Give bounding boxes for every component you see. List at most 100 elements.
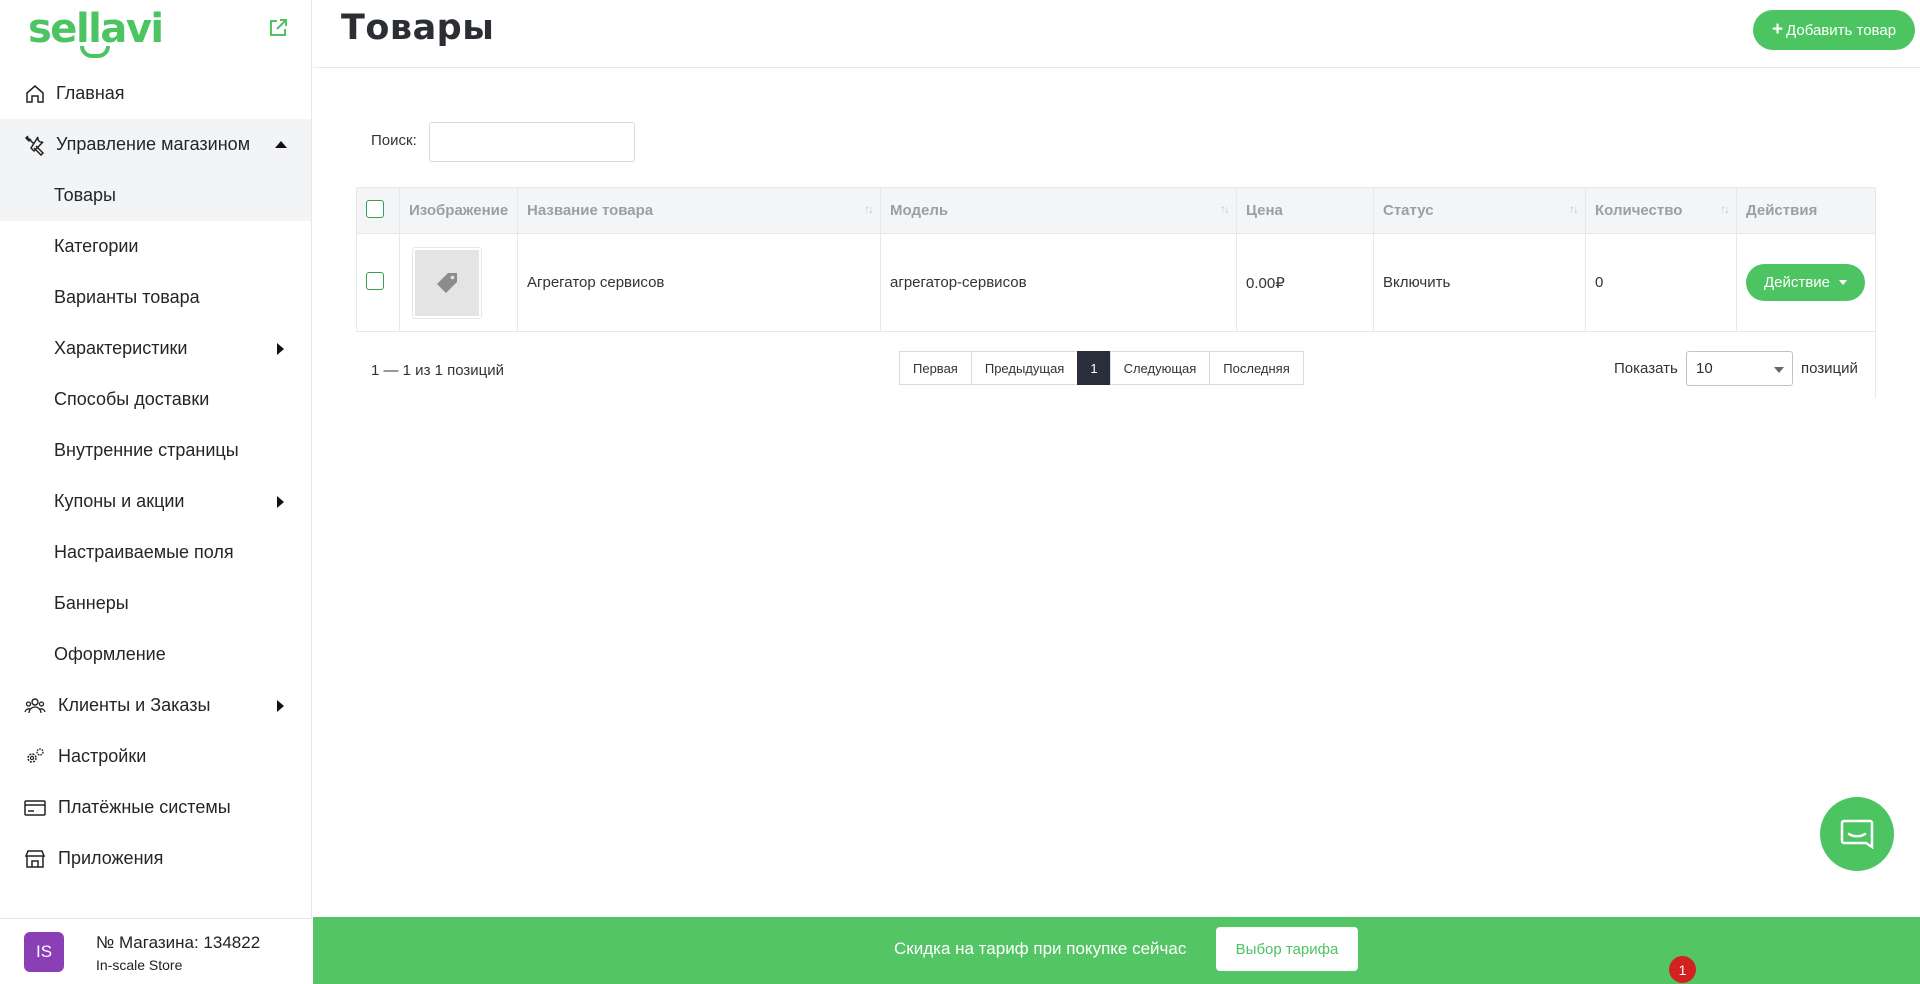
sort-icon[interactable]: ↑↓ bbox=[1569, 202, 1579, 216]
sidebar-item-custom-fields[interactable]: Настраиваемые поля bbox=[0, 527, 311, 578]
sidebar-item-home[interactable]: Главная bbox=[0, 68, 311, 119]
search-label: Поиск: bbox=[371, 132, 417, 149]
header-quantity[interactable]: Количество ↑↓ bbox=[1585, 187, 1737, 234]
sidebar-item-label: Настройки bbox=[58, 746, 147, 766]
sidebar-item-customers-orders[interactable]: Клиенты и Заказы bbox=[0, 680, 311, 731]
sidebar-item-label: Купоны и акции bbox=[54, 491, 185, 511]
action-dropdown-button[interactable]: Действие bbox=[1746, 264, 1865, 301]
header-label: Количество bbox=[1595, 202, 1683, 219]
chevron-down-icon bbox=[1774, 367, 1784, 373]
external-link-icon[interactable] bbox=[268, 18, 288, 38]
sidebar-item-delivery[interactable]: Способы доставки bbox=[0, 374, 311, 425]
row-image-cell bbox=[399, 233, 518, 332]
chevron-right-icon bbox=[277, 700, 284, 712]
sidebar-item-label: Товары bbox=[54, 185, 116, 205]
page-prev-button[interactable]: Предыдущая bbox=[970, 351, 1079, 385]
sidebar-item-label: Приложения bbox=[58, 848, 164, 868]
choose-plan-button[interactable]: Выбор тарифа bbox=[1216, 927, 1358, 971]
sidebar-item-products[interactable]: Товары bbox=[0, 170, 311, 221]
store-name: In-scale Store bbox=[96, 957, 183, 973]
sort-icon[interactable]: ↑↓ bbox=[1720, 202, 1730, 216]
sidebar-item-label: Способы доставки bbox=[54, 389, 210, 409]
header-label: Цена bbox=[1246, 202, 1283, 219]
add-product-label: Добавить товар bbox=[1786, 21, 1897, 39]
sidebar-item-characteristics[interactable]: Характеристики bbox=[0, 323, 311, 374]
search-input[interactable] bbox=[429, 122, 635, 162]
sidebar-item-apps[interactable]: Приложения bbox=[0, 833, 311, 884]
product-model: агрегатор-сервисов bbox=[880, 233, 1237, 332]
header-label: Статус bbox=[1383, 202, 1434, 219]
page-header: Товары + Добавить товар bbox=[313, 0, 1920, 68]
logo-row: sellavi bbox=[0, 0, 311, 68]
page-next-button[interactable]: Следующая bbox=[1109, 351, 1211, 385]
product-name[interactable]: Агрегатор сервисов bbox=[517, 233, 881, 332]
header-model[interactable]: Модель ↑↓ bbox=[880, 187, 1237, 234]
header-image: Изображение bbox=[399, 187, 518, 234]
chat-button[interactable] bbox=[1820, 797, 1894, 871]
sidebar-item-label: Платёжные системы bbox=[58, 797, 231, 817]
sidebar-nav: Главная Управление магазином Товары Кате… bbox=[0, 68, 311, 884]
sidebar-item-store-management[interactable]: Управление магазином bbox=[0, 119, 311, 170]
plus-icon: + bbox=[1771, 19, 1784, 40]
promo-text: Скидка на тариф при покупке сейчас bbox=[894, 939, 1187, 958]
sidebar-item-label: Настраиваемые поля bbox=[54, 542, 234, 562]
product-status: Включить bbox=[1373, 233, 1586, 332]
positions-label: позиций bbox=[1801, 360, 1858, 377]
page-first-button[interactable]: Первая bbox=[899, 351, 972, 385]
sidebar-item-label: Баннеры bbox=[54, 593, 129, 613]
page-current[interactable]: 1 bbox=[1077, 351, 1111, 385]
header-select-all bbox=[356, 187, 400, 234]
header-label: Действия bbox=[1746, 202, 1818, 219]
page-last-button[interactable]: Последняя bbox=[1209, 351, 1304, 385]
sidebar-item-label: Главная bbox=[56, 83, 125, 103]
page-title: Товары bbox=[341, 8, 495, 48]
product-quantity: 0 bbox=[1585, 233, 1737, 332]
header-label: Название товара bbox=[527, 202, 654, 219]
pagination: Первая Предыдущая 1 Следующая Последняя bbox=[899, 351, 1304, 385]
header-price: Цена bbox=[1236, 187, 1374, 234]
tag-icon bbox=[437, 272, 457, 293]
credit-card-icon bbox=[24, 800, 46, 816]
sidebar-item-design[interactable]: Оформление bbox=[0, 629, 311, 680]
sidebar-item-label: Категории bbox=[54, 236, 139, 256]
page-size-value: 10 bbox=[1696, 360, 1713, 377]
row-actions-cell: Действие bbox=[1736, 233, 1876, 332]
show-label: Показать bbox=[1614, 360, 1678, 377]
sidebar-item-pages[interactable]: Внутренние страницы bbox=[0, 425, 311, 476]
header-actions: Действия bbox=[1736, 187, 1876, 234]
table-edge-line bbox=[1875, 330, 1876, 398]
sidebar-item-label: Оформление bbox=[54, 644, 166, 664]
notification-badge[interactable]: 1 bbox=[1669, 956, 1696, 983]
product-thumbnail[interactable] bbox=[412, 246, 482, 319]
header-status[interactable]: Статус ↑↓ bbox=[1373, 187, 1586, 234]
header-label: Изображение bbox=[409, 202, 509, 219]
gears-icon bbox=[27, 748, 44, 763]
sort-icon[interactable]: ↑↓ bbox=[1220, 202, 1230, 216]
sidebar-item-label: Характеристики bbox=[54, 338, 188, 358]
sidebar-item-payments[interactable]: Платёжные системы bbox=[0, 782, 311, 833]
select-all-checkbox[interactable] bbox=[366, 199, 384, 218]
sidebar-item-banners[interactable]: Баннеры bbox=[0, 578, 311, 629]
home-icon bbox=[26, 85, 44, 103]
pagination-info: 1 — 1 из 1 позиций bbox=[371, 362, 505, 379]
chevron-right-icon bbox=[277, 343, 284, 355]
sidebar-item-variants[interactable]: Варианты товара bbox=[0, 272, 311, 323]
thumbnail-placeholder bbox=[415, 249, 479, 316]
sidebar-item-settings[interactable]: Настройки bbox=[0, 731, 311, 782]
users-icon bbox=[24, 698, 46, 714]
header-name[interactable]: Название товара ↑↓ bbox=[517, 187, 881, 234]
chevron-up-icon bbox=[275, 141, 287, 148]
sidebar-item-label: Управление магазином bbox=[56, 134, 251, 154]
store-info[interactable]: IS № Магазина: 134822 In-scale Store bbox=[0, 918, 312, 984]
sidebar-item-categories[interactable]: Категории bbox=[0, 221, 311, 272]
row-checkbox[interactable] bbox=[366, 271, 384, 290]
table-header-row: Изображение Название товара ↑↓ Модель ↑↓… bbox=[356, 187, 1876, 234]
page-size-select[interactable]: 10 bbox=[1686, 351, 1793, 386]
sidebar-item-label: Внутренние страницы bbox=[54, 440, 239, 460]
sidebar-item-coupons[interactable]: Купоны и акции bbox=[0, 476, 311, 527]
sort-icon[interactable]: ↑↓ bbox=[864, 202, 874, 216]
add-product-button[interactable]: + Добавить товар bbox=[1753, 10, 1915, 50]
caret-down-icon bbox=[1838, 280, 1847, 285]
sidebar-item-label: Варианты товара bbox=[54, 287, 200, 307]
sidebar-item-label: Клиенты и Заказы bbox=[58, 695, 211, 715]
